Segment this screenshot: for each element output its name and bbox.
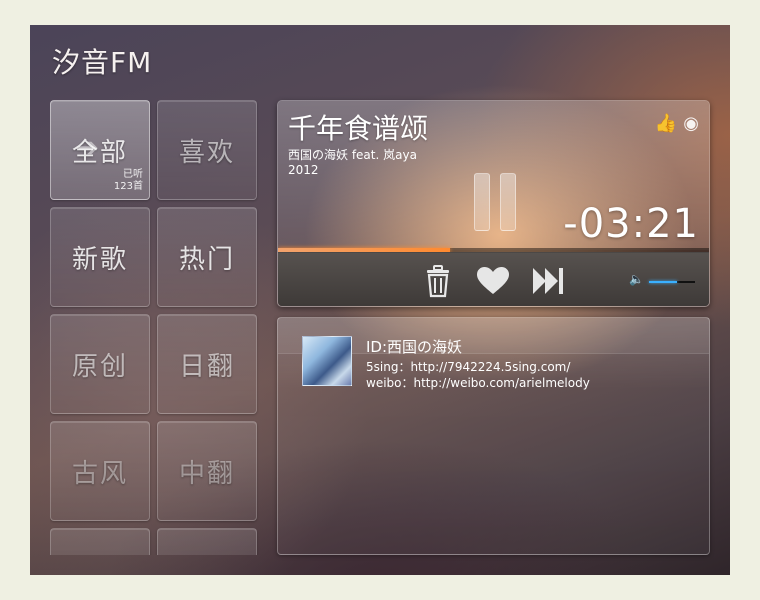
- fm-app-window: 汐音FM ➔ 全部 已听 123首 喜欢 新歌 热门 原创 日翻 古风 中翻 千…: [30, 25, 730, 575]
- category-liked[interactable]: 喜欢: [157, 100, 257, 200]
- category-grid: ➔ 全部 已听 123首 喜欢 新歌 热门 原创 日翻 古风 中翻: [50, 100, 260, 555]
- app-title: 汐音FM: [52, 46, 153, 79]
- category-more-2[interactable]: [157, 528, 257, 555]
- category-ancient-style[interactable]: 古风: [50, 421, 150, 521]
- heart-icon: [477, 267, 509, 294]
- song-artist: 西国の海妖 feat. 岚aya: [288, 148, 417, 162]
- social-actions: 👍 ◉: [655, 113, 699, 134]
- thumbs-up-icon[interactable]: 👍: [655, 113, 677, 134]
- category-original[interactable]: 原创: [50, 314, 150, 414]
- category-label: 古风: [71, 458, 128, 489]
- volume-fill: [649, 281, 677, 283]
- category-jp-cover[interactable]: 日翻: [157, 314, 257, 414]
- weibo-icon[interactable]: ◉: [683, 113, 699, 134]
- artist-avatar: [302, 336, 352, 386]
- category-label: 原创: [71, 351, 128, 382]
- artist-info-panel: ID:西国の海妖 5sing：http://7942224.5sing.com/…: [277, 317, 710, 555]
- listened-count: 已听 123首: [113, 169, 143, 192]
- category-new[interactable]: 新歌: [50, 207, 150, 307]
- pause-icon: [500, 173, 516, 231]
- category-label: 中翻: [178, 458, 235, 489]
- category-label: 日翻: [178, 351, 235, 382]
- category-all[interactable]: ➔ 全部 已听 123首: [50, 100, 150, 200]
- volume-control: 🔈: [629, 272, 699, 289]
- category-label: 热门: [178, 244, 235, 275]
- skip-next-icon: [533, 268, 563, 294]
- song-title: 千年食谱颂: [288, 112, 429, 145]
- volume-icon[interactable]: 🔈: [629, 272, 644, 286]
- trash-icon: [427, 265, 449, 298]
- volume-slider[interactable]: [649, 281, 695, 283]
- remaining-time: -03:21: [563, 201, 699, 247]
- player-controls: 🔈: [278, 252, 709, 306]
- 5sing-link[interactable]: 5sing：http://7942224.5sing.com/: [366, 358, 570, 375]
- category-label: 新歌: [71, 244, 128, 275]
- player-panel: 千年食谱颂 西国の海妖 feat. 岚aya 2012 👍 ◉ -03:21 🔈: [277, 100, 710, 307]
- pause-button[interactable]: [472, 173, 520, 233]
- heart-button[interactable]: [476, 264, 510, 298]
- pause-icon: [474, 173, 490, 231]
- category-cn-cover[interactable]: 中翻: [157, 421, 257, 521]
- trash-button[interactable]: [421, 264, 455, 298]
- category-label: 喜欢: [178, 137, 235, 168]
- shuffle-arrow-icon: ➔: [77, 133, 99, 163]
- artist-id: ID:西国の海妖: [366, 338, 463, 356]
- next-button[interactable]: [531, 264, 565, 298]
- now-playing: 千年食谱颂 西国の海妖 feat. 岚aya 2012 👍 ◉ -03:21: [278, 101, 709, 250]
- category-hot[interactable]: 热门: [157, 207, 257, 307]
- weibo-link[interactable]: weibo：http://weibo.com/arielmelody: [366, 374, 590, 391]
- category-more-1[interactable]: [50, 528, 150, 555]
- song-year: 2012: [288, 163, 319, 177]
